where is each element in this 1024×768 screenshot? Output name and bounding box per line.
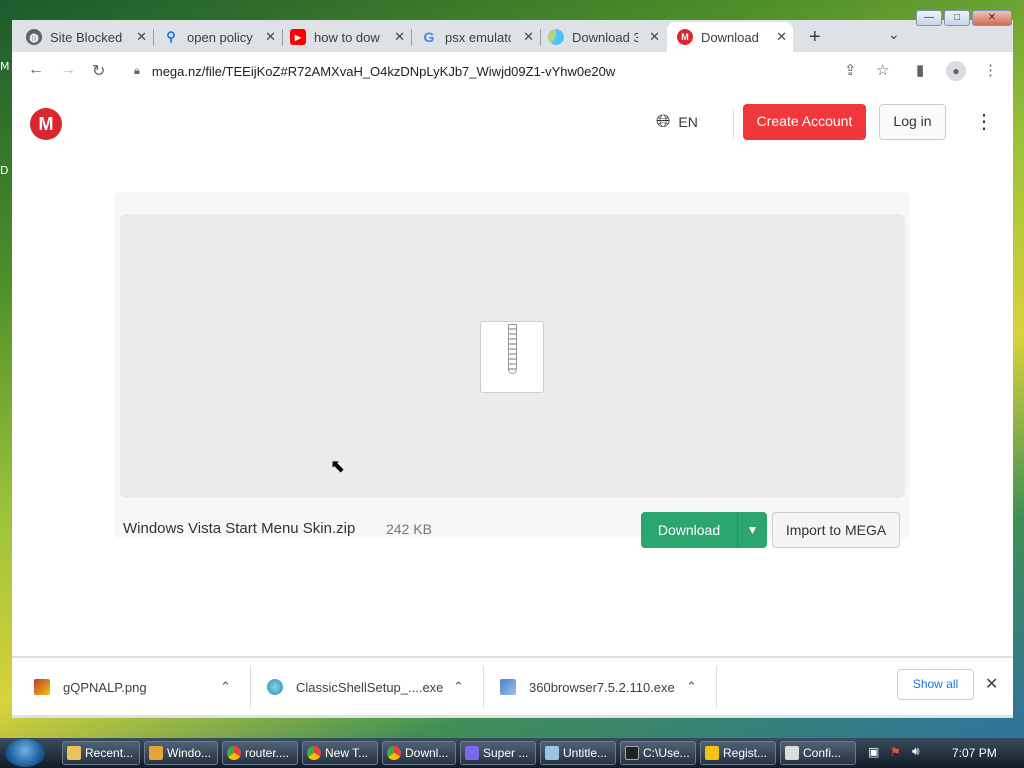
desktop-label: D <box>0 164 9 177</box>
download-button-label[interactable]: Download <box>641 512 737 548</box>
close-icon[interactable]: ✕ <box>985 674 998 694</box>
bookmark-star-icon[interactable]: ☆ <box>876 61 889 79</box>
close-tab-icon[interactable]: ✕ <box>265 29 276 45</box>
shell-setup-icon <box>267 679 283 695</box>
tab-title: Download 3 <box>572 29 638 45</box>
tab-title: open policy <box>187 29 253 45</box>
network-icon[interactable]: ▣ <box>868 745 879 759</box>
search-icon: ⚲ <box>166 29 176 44</box>
tab-search-chevron-icon[interactable]: ⌄ <box>888 26 900 43</box>
zip-file-icon <box>480 321 544 393</box>
share-icon[interactable]: ⇪ <box>844 61 857 79</box>
close-tab-icon[interactable]: ✕ <box>136 29 147 45</box>
taskbar-item[interactable]: New T... <box>302 741 378 765</box>
address-bar[interactable]: 🔒︎ mega.nz/file/TEEijKoZ#R72AMXvaH_O4kzD… <box>124 56 894 86</box>
download-button[interactable]: Download ▼ <box>641 512 767 548</box>
mega-icon: M <box>677 29 693 45</box>
window-controls: — □ ✕ <box>916 10 1012 26</box>
close-tab-icon[interactable]: ✕ <box>523 29 534 45</box>
language-code: EN <box>678 113 698 130</box>
youtube-icon: ▶ <box>290 29 306 45</box>
close-tab-icon[interactable]: ✕ <box>394 29 405 45</box>
download-shelf: gQPNALP.png ⌃ ClassicShellSetup_....exe … <box>12 657 1013 715</box>
taskbar-item[interactable]: Downl... <box>382 741 456 765</box>
forward-icon[interactable]: → <box>60 61 76 79</box>
reload-icon[interactable]: ↻ <box>92 61 105 81</box>
download-file-name: 360browser7.5.2.110.exe <box>529 679 675 695</box>
exe-file-icon <box>500 679 516 695</box>
profile-icon[interactable]: ● <box>946 61 966 81</box>
browser-toolbar: ← → ↻ 🔒︎ mega.nz/file/TEEijKoZ#R72AMXvaH… <box>12 52 1013 90</box>
system-tray: ▣ ⚑ 🔊︎ 7:07 PM <box>860 738 1024 768</box>
start-button[interactable] <box>5 739 45 767</box>
import-to-mega-button[interactable]: Import to MEGA <box>772 512 900 548</box>
side-panel-icon[interactable]: ▮ <box>916 61 924 79</box>
taskbar-item[interactable]: router.... <box>222 741 298 765</box>
tab-open-policy[interactable]: ⚲ open policy ✕ <box>155 22 282 52</box>
image-file-icon <box>34 679 50 695</box>
chevron-up-icon[interactable]: ⌃ <box>686 679 697 695</box>
download-item[interactable]: ClassicShellSetup_....exe ⌃ <box>267 658 473 716</box>
globe-icon: ◍ <box>26 29 42 45</box>
new-tab-icon[interactable]: + <box>809 26 821 49</box>
file-size: 242 KB <box>386 521 432 537</box>
tab-psx-emulator[interactable]: G psx emulato ✕ <box>413 22 540 52</box>
close-tab-icon[interactable]: ✕ <box>649 29 660 45</box>
download-file-name: ClassicShellSetup_....exe <box>296 679 444 695</box>
maximize-icon[interactable]: □ <box>944 10 970 26</box>
volume-icon[interactable]: 🔊︎ <box>912 744 920 759</box>
google-icon: G <box>423 29 435 45</box>
download-item[interactable]: 360browser7.5.2.110.exe ⌃ <box>500 658 706 716</box>
login-button[interactable]: Log in <box>879 104 946 140</box>
taskbar-item[interactable]: Windo... <box>144 741 218 765</box>
taskbar-item[interactable]: Super ... <box>460 741 536 765</box>
chevron-up-icon[interactable]: ⌃ <box>453 679 464 695</box>
taskbar-item[interactable]: Confi... <box>780 741 856 765</box>
tab-site-blocked[interactable]: ◍ Site Blocked ✕ <box>26 22 153 52</box>
close-tab-icon[interactable]: ✕ <box>776 29 787 45</box>
download-file-name: gQPNALP.png <box>63 679 147 695</box>
language-selector[interactable]: 🌐︎ EN <box>656 111 698 132</box>
tab-title: Download <box>701 29 759 45</box>
file-name: Windows Vista Start Menu Skin.zip <box>123 520 356 537</box>
taskbar-item[interactable]: Regist... <box>700 741 776 765</box>
tab-title: Site Blocked <box>50 29 123 45</box>
taskbar-item[interactable]: C:\Use... <box>620 741 696 765</box>
tab-title: psx emulato <box>445 29 511 45</box>
browser-window: ◍ Site Blocked ✕ ⚲ open policy ✕ ▶ how t… <box>12 20 1013 718</box>
chevron-up-icon[interactable]: ⌃ <box>220 679 231 695</box>
tab-how-to-download[interactable]: ▶ how to dow ✕ <box>284 22 411 52</box>
desktop-label: M <box>0 60 10 73</box>
tab-download-mega[interactable]: M Download ✕ <box>667 22 793 52</box>
chevron-down-icon[interactable]: ▼ <box>737 512 767 548</box>
more-menu-icon[interactable]: ⋮ <box>974 110 994 134</box>
tab-strip: ◍ Site Blocked ✕ ⚲ open policy ✕ ▶ how t… <box>12 20 1013 52</box>
download-site-icon <box>548 29 564 45</box>
taskbar-item[interactable]: Recent... <box>62 741 140 765</box>
mega-page: M 🌐︎ EN Create Account Log in ⋮ ⬉ Window… <box>12 90 1013 656</box>
menu-kebab-icon[interactable]: ⋮ <box>983 61 998 79</box>
download-item[interactable]: gQPNALP.png ⌃ <box>34 658 240 716</box>
tab-download-3[interactable]: Download 3 ✕ <box>542 22 666 52</box>
globe-icon: 🌐︎ <box>656 111 671 131</box>
show-all-button[interactable]: Show all <box>897 669 974 700</box>
security-alert-icon[interactable]: ⚑ <box>890 745 901 759</box>
window-close-icon[interactable]: ✕ <box>972 10 1012 26</box>
taskbar: Recent... Windo... router.... New T... D… <box>0 738 1024 768</box>
tab-title: how to dow <box>314 29 380 45</box>
create-account-button[interactable]: Create Account <box>743 104 866 140</box>
url-text: mega.nz/file/TEEijKoZ#R72AMXvaH_O4kzDNpL… <box>151 63 616 79</box>
back-icon[interactable]: ← <box>28 61 44 79</box>
taskbar-item[interactable]: Untitle... <box>540 741 616 765</box>
clock[interactable]: 7:07 PM <box>952 746 997 760</box>
mouse-cursor-icon: ⬉ <box>330 456 346 476</box>
mega-logo[interactable]: M <box>30 108 62 140</box>
minimize-icon[interactable]: — <box>916 10 942 26</box>
lock-icon: 🔒︎ <box>134 64 140 77</box>
